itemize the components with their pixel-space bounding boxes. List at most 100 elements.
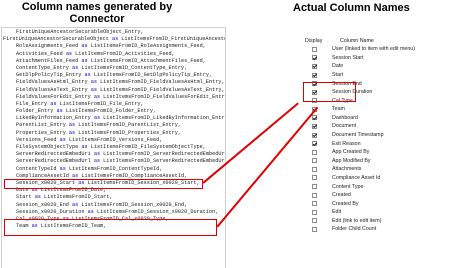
column-name: Session Start	[332, 54, 364, 61]
code-source-field: FileSystemObjectType	[16, 144, 79, 150]
code-alias-field: ListItemsFromID_AttachmentFiles_Feed,	[90, 57, 206, 64]
display-header: Display	[305, 38, 323, 44]
code-line: FileSystemObjectType as ListItemsFromID_…	[2, 144, 225, 151]
display-checkbox[interactable]	[312, 141, 317, 147]
display-checkbox[interactable]	[312, 166, 317, 172]
code-alias-field: ListItemsFromID_Start,	[44, 194, 113, 201]
code-keyword-as: as	[28, 187, 41, 194]
code-alias-field: ListItemsFromID_Folder_Entry,	[65, 108, 157, 115]
code-source-field: Versions_Feed	[16, 136, 57, 143]
code-source-field: FieldValuesAsText_Entry	[16, 86, 88, 93]
code-keyword-as: as	[78, 144, 91, 150]
display-checkbox[interactable]	[312, 115, 317, 121]
code-keyword-as: as	[68, 64, 82, 71]
code-alias-field: ListItemsFromID_ServerRedirectedEmbedUrl…	[103, 158, 225, 165]
column-row: Session Duration	[296, 88, 446, 97]
column-name: Edit (link to edit item)	[332, 217, 382, 224]
column-name: Dashboard	[332, 114, 358, 121]
code-keyword-as: as	[81, 72, 94, 79]
display-checkbox[interactable]	[312, 63, 317, 69]
column-name: Cal Type	[332, 97, 353, 104]
display-checkbox[interactable]	[312, 226, 317, 232]
code-alias-field: ListItemsFromID_FieldValuesAsHtml_Entry,	[100, 79, 225, 86]
column-row: Session Start	[296, 54, 446, 63]
column-name: Created By	[332, 200, 359, 207]
code-line: FieldValuesForEdit_Entry as ListItemsFro…	[2, 94, 225, 101]
code-line: FirstUniqueAncestorSecurableObject_Entry…	[16, 29, 144, 35]
code-keyword-as: as	[47, 100, 60, 107]
column-row: Document Timestamp	[296, 131, 446, 140]
code-keyword-as: as	[28, 223, 41, 230]
code-source-field: ParentList_Entry	[16, 122, 66, 129]
display-checkbox[interactable]	[312, 201, 317, 207]
column-name: User (linked to item with edit menu)	[332, 46, 416, 53]
code-source-field: LikedByInformation_Entry	[16, 115, 91, 122]
display-checkbox[interactable]	[312, 158, 317, 164]
column-name: Attachments	[332, 166, 362, 173]
code-line: AttachmentFiles_Feed as ListItemsFromID_…	[2, 58, 225, 65]
code-keyword-as: as	[68, 172, 82, 179]
column-name: App Created By	[332, 149, 370, 156]
column-name: Compliance Asset Id	[332, 174, 381, 181]
display-checkbox[interactable]	[312, 123, 317, 129]
column-name-header: Column Name	[340, 38, 374, 44]
column-name: Start	[332, 72, 344, 79]
column-row: Created	[296, 191, 446, 200]
code-keyword-as: as	[90, 151, 104, 158]
display-checkbox[interactable]	[312, 184, 317, 190]
column-name: App Modified By	[332, 157, 371, 164]
code-source-field: Session_x0020_Duration	[16, 208, 85, 215]
column-row: Date	[296, 62, 446, 71]
code-line: FieldValuesAsText_Entry as ListItemsFrom…	[2, 87, 225, 94]
code-alias-field: ListItemsFromID_Session_x0020_Start,	[87, 179, 200, 186]
code-alias-field: ListItemsFromID_ParentList_Entry,	[78, 122, 181, 129]
display-checkbox[interactable]	[312, 175, 317, 181]
column-row: App Modified By	[296, 157, 446, 166]
code-source-field: Team	[16, 223, 29, 230]
display-checkbox[interactable]	[312, 98, 317, 104]
code-keyword-as: as	[56, 136, 69, 143]
code-keyword-as: as	[87, 79, 101, 86]
code-alias-field: ListItemsFromID_Session_x0020_Duration,	[96, 208, 219, 215]
display-checkbox[interactable]	[312, 81, 317, 87]
code-keyword-as: as	[31, 194, 45, 201]
code-source-field: Session_x0020_End	[16, 201, 69, 208]
code-keyword-as: as	[68, 201, 82, 208]
code-alias-field: ListItemsFromID_ComplianceAssetId,	[81, 172, 188, 179]
display-checkbox[interactable]	[312, 55, 317, 61]
display-checkbox[interactable]	[312, 209, 317, 215]
column-name: Folder Child Count	[332, 226, 377, 233]
code-source-field: ContentType_Entry	[16, 64, 69, 71]
code-keyword-as: as	[75, 179, 88, 186]
display-checkbox[interactable]	[312, 46, 317, 52]
code-keyword-as: as	[65, 122, 79, 129]
display-checkbox[interactable]	[312, 218, 317, 224]
code-line: Start as ListItemsFromID_Start,	[2, 194, 225, 201]
code-line: LikedByInformation_Entry as ListItemsFro…	[2, 115, 225, 122]
display-checkbox[interactable]	[312, 89, 317, 95]
code-keyword-as: as	[108, 36, 122, 43]
column-row: User (linked to item with edit menu)	[296, 45, 446, 54]
column-name: Document Timestamp	[332, 132, 384, 139]
column-row: Cal Type	[296, 96, 446, 105]
code-keyword-as: as	[90, 93, 104, 100]
column-name: Document	[332, 123, 357, 130]
right-title: Actual Column Names	[293, 2, 410, 14]
code-line: ServerRedirectedEmbedUri as ListItemsFro…	[2, 151, 225, 158]
display-checkbox[interactable]	[312, 149, 317, 155]
display-checkbox[interactable]	[312, 192, 317, 198]
code-alias-field: ListItemsFromID_Activities_Feed,	[75, 50, 175, 57]
display-checkbox[interactable]	[312, 132, 317, 138]
code-alias-field: ListItemsFromID_Session_x0020_End,	[81, 201, 188, 208]
code-source-field: Date	[16, 187, 29, 194]
column-row: Content Type	[296, 182, 446, 191]
code-source-field: ContentTypeId	[16, 165, 57, 172]
column-row: Created By	[296, 199, 446, 208]
code-source-field: FieldValuesAsHtml_Entry	[16, 79, 88, 86]
code-alias-field: ListItemsFromID_Versions_Feed,	[68, 136, 163, 143]
column-row: Folder Child Count	[296, 225, 446, 234]
code-line: Activities_Feed as ListItemsFromID_Activ…	[2, 51, 225, 58]
code-line: Session_x0020_Start as ListItemsFromID_S…	[2, 180, 225, 187]
display-checkbox[interactable]	[312, 72, 317, 78]
code-alias-field: ListItemsFromID_Cal_x0020_Type,	[72, 215, 169, 222]
